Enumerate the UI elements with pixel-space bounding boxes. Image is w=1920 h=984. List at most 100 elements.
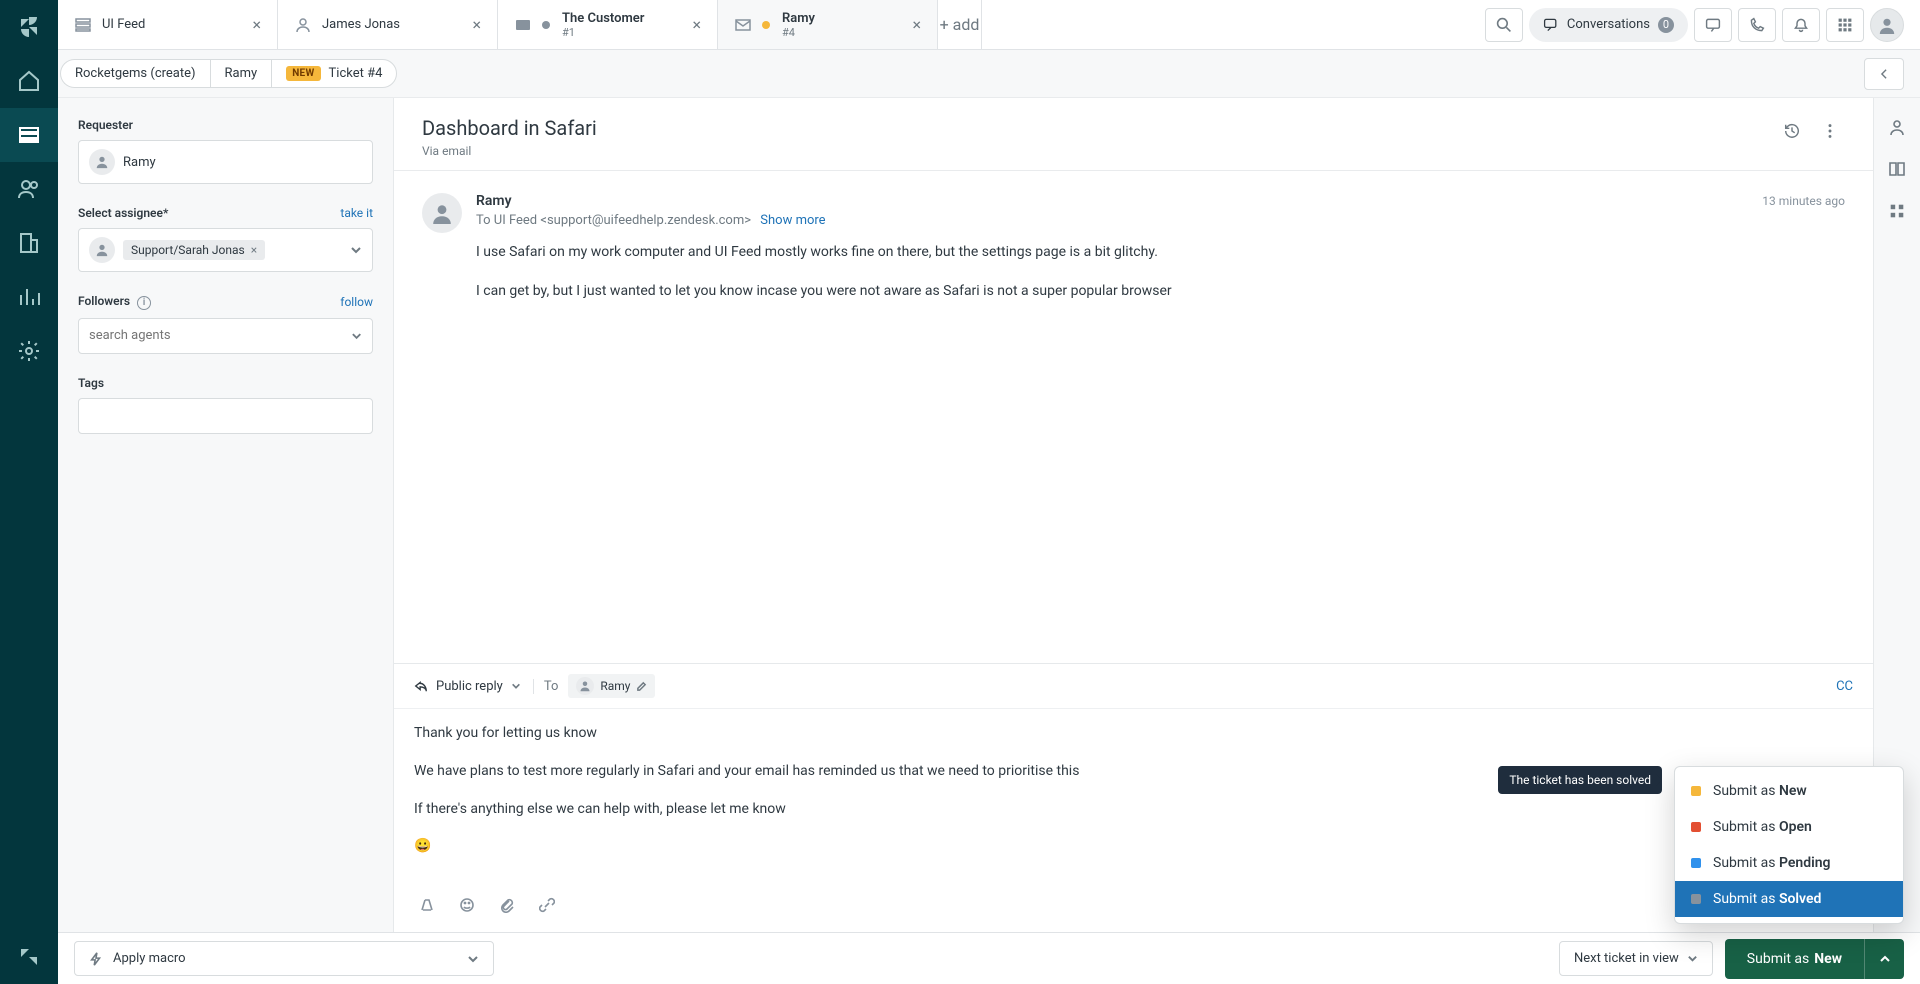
take-it-link[interactable]: take it bbox=[340, 206, 373, 220]
tab-label: Ramy bbox=[782, 11, 815, 26]
reply-type-select[interactable]: Public reply bbox=[414, 679, 534, 694]
chevron-up-icon bbox=[1879, 953, 1891, 965]
apply-macro-button[interactable]: Apply macro bbox=[74, 941, 494, 976]
chat-icon[interactable] bbox=[1694, 8, 1732, 42]
requester-label: Requester bbox=[78, 118, 373, 132]
close-icon[interactable]: × bbox=[912, 15, 921, 34]
tab-sub: #4 bbox=[782, 26, 815, 39]
recipient-name: Ramy bbox=[600, 679, 630, 693]
reply-textarea[interactable]: Thank you for letting us know We have pl… bbox=[394, 709, 1873, 884]
nav-bottom-brand[interactable] bbox=[0, 930, 58, 984]
conversations-button[interactable]: Conversations 0 bbox=[1529, 8, 1688, 42]
status-dot-new bbox=[762, 21, 770, 29]
apps-icon[interactable] bbox=[1826, 8, 1864, 42]
field-tags: Tags bbox=[78, 376, 373, 434]
nav-reporting[interactable] bbox=[0, 270, 58, 324]
tab-label: The Customer bbox=[562, 11, 644, 26]
status-option-pending[interactable]: Submit as Pending bbox=[1675, 845, 1903, 881]
link-icon[interactable] bbox=[534, 892, 560, 918]
nav-customers[interactable] bbox=[0, 162, 58, 216]
close-icon[interactable]: × bbox=[472, 15, 481, 34]
tags-label: Tags bbox=[78, 376, 373, 390]
crumb-ticket[interactable]: NEW Ticket #4 bbox=[271, 59, 397, 88]
content-header: Dashboard in Safari Via email bbox=[394, 98, 1873, 171]
left-nav bbox=[0, 0, 58, 984]
tab-james[interactable]: James Jonas × bbox=[278, 0, 498, 49]
nav-home[interactable] bbox=[0, 54, 58, 108]
nav-admin[interactable] bbox=[0, 324, 58, 378]
message: Ramy 13 minutes ago To UI Feed <support@… bbox=[422, 193, 1845, 320]
expand-panel-button[interactable] bbox=[1864, 58, 1904, 90]
edit-icon[interactable] bbox=[636, 681, 647, 692]
message-paragraph: I use Safari on my work computer and UI … bbox=[476, 242, 1845, 263]
conversations-label: Conversations bbox=[1567, 17, 1650, 32]
field-requester: Requester Ramy bbox=[78, 118, 373, 184]
cc-link[interactable]: CC bbox=[1836, 679, 1853, 694]
sender-avatar[interactable] bbox=[422, 193, 462, 233]
search-button[interactable] bbox=[1485, 8, 1523, 42]
user-panel-icon[interactable] bbox=[1882, 112, 1912, 142]
knowledge-icon[interactable] bbox=[1882, 154, 1912, 184]
nav-org[interactable] bbox=[0, 216, 58, 270]
submit-prefix: Submit as bbox=[1747, 951, 1809, 967]
nav-brand[interactable] bbox=[0, 0, 58, 54]
followers-input[interactable] bbox=[78, 318, 373, 354]
requester-input[interactable]: Ramy bbox=[78, 140, 373, 184]
ticket-icon bbox=[514, 16, 532, 34]
format-text-icon[interactable] bbox=[414, 892, 440, 918]
status-dot-pending bbox=[1691, 858, 1701, 868]
status-chip: NEW bbox=[286, 66, 320, 81]
crumb-org[interactable]: Rocketgems (create) bbox=[60, 59, 210, 88]
via-label: Via email bbox=[422, 144, 597, 158]
more-vertical-icon[interactable] bbox=[1815, 116, 1845, 146]
message-body: I use Safari on my work computer and UI … bbox=[476, 242, 1845, 302]
chevron-down-icon bbox=[511, 681, 521, 691]
followers-search[interactable] bbox=[89, 328, 343, 343]
tab-ramy[interactable]: Ramy #4 × bbox=[718, 0, 938, 49]
remove-assignee-icon[interactable]: × bbox=[251, 243, 257, 257]
chevron-down-icon bbox=[351, 330, 362, 342]
macro-label: Apply macro bbox=[113, 951, 186, 966]
assignee-select[interactable]: Support/Sarah Jonas × bbox=[78, 228, 373, 272]
status-option-new[interactable]: Submit as New bbox=[1675, 773, 1903, 809]
requester-value: Ramy bbox=[123, 155, 156, 170]
phone-icon[interactable] bbox=[1738, 8, 1776, 42]
close-icon[interactable]: × bbox=[252, 15, 261, 34]
field-followers: Followers i follow bbox=[78, 294, 373, 354]
profprofile-avatar[interactable] bbox=[1870, 8, 1904, 42]
emoji-icon[interactable] bbox=[454, 892, 480, 918]
close-icon[interactable]: × bbox=[692, 15, 701, 34]
sender-name[interactable]: Ramy bbox=[476, 193, 512, 209]
recipient-chip[interactable]: Ramy bbox=[568, 674, 655, 698]
status-menu: Submit as New Submit as Open Submit as P… bbox=[1674, 766, 1904, 924]
status-dot bbox=[542, 21, 550, 29]
nav-views[interactable] bbox=[0, 108, 58, 162]
add-tab-button[interactable]: + add bbox=[938, 0, 982, 49]
bell-icon[interactable] bbox=[1782, 8, 1820, 42]
status-option-open[interactable]: Submit as Open bbox=[1675, 809, 1903, 845]
follow-link[interactable]: follow bbox=[340, 295, 373, 309]
followers-label: Followers bbox=[78, 294, 130, 308]
info-icon[interactable]: i bbox=[137, 296, 151, 310]
submit-main-button[interactable]: Submit as New bbox=[1725, 939, 1864, 979]
submit-caret-button[interactable] bbox=[1864, 939, 1904, 979]
status-option-solved[interactable]: Submit as Solved bbox=[1675, 881, 1903, 917]
attachment-icon[interactable] bbox=[494, 892, 520, 918]
tags-input[interactable] bbox=[78, 398, 373, 434]
next-ticket-button[interactable]: Next ticket in view bbox=[1559, 941, 1713, 976]
tab-sub: #1 bbox=[562, 26, 644, 39]
assignee-label: Select assignee* bbox=[78, 206, 168, 220]
crumb-requester[interactable]: Ramy bbox=[210, 59, 272, 88]
ticket-id-label: Ticket #4 bbox=[329, 66, 383, 81]
show-more-link[interactable]: Show more bbox=[760, 213, 825, 228]
tab-customer[interactable]: The Customer #1 × bbox=[498, 0, 718, 49]
person-icon bbox=[576, 677, 594, 695]
message-paragraph: I can get by, but I just wanted to let y… bbox=[476, 281, 1845, 302]
ticket-subject: Dashboard in Safari bbox=[422, 116, 597, 140]
apps-panel-icon[interactable] bbox=[1882, 196, 1912, 226]
reply-to-label: To bbox=[544, 679, 559, 694]
history-icon[interactable] bbox=[1777, 116, 1807, 146]
tab-label: UI Feed bbox=[102, 17, 145, 32]
breadcrumb: Rocketgems (create) Ramy NEW Ticket #4 bbox=[60, 59, 397, 88]
tab-ui-feed[interactable]: UI Feed × bbox=[58, 0, 278, 49]
